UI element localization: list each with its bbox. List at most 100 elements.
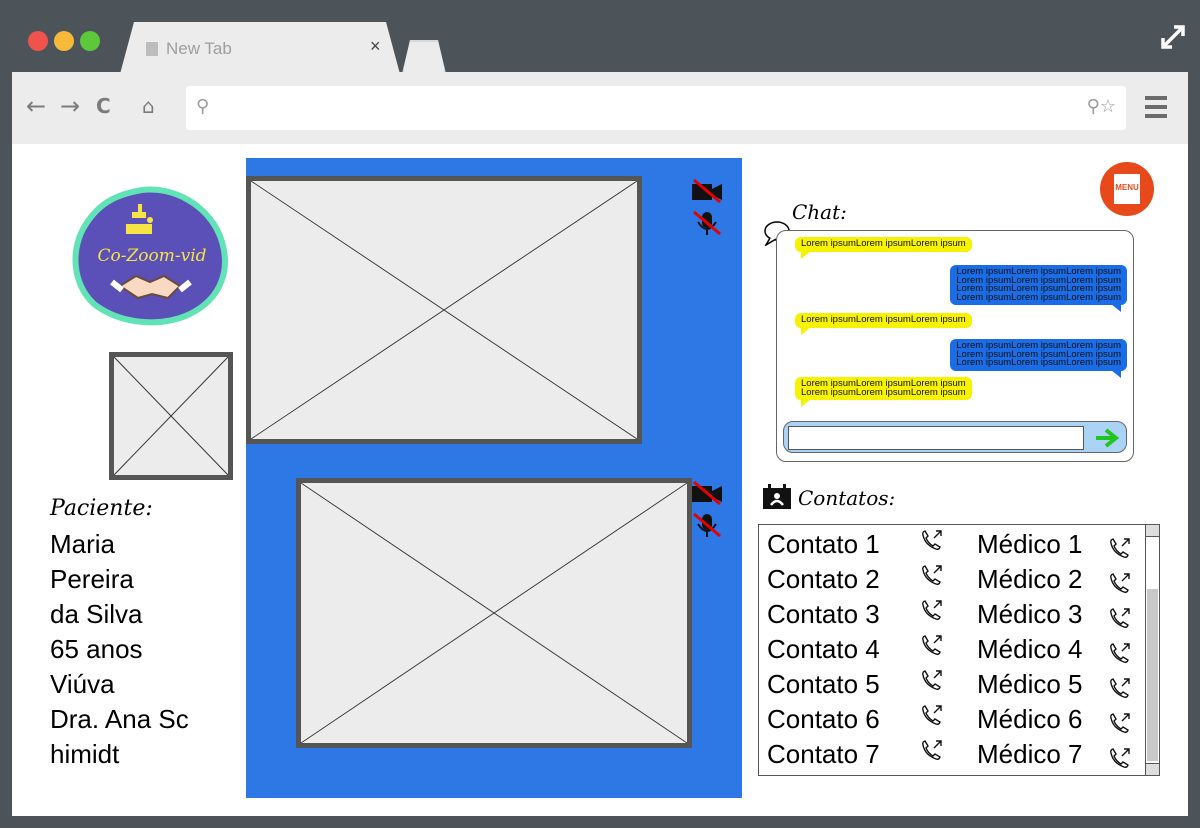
contacts-title: Contatos: — [798, 486, 896, 510]
video-2-controls — [690, 480, 726, 544]
camera-off-icon[interactable] — [690, 178, 724, 204]
contact-row: Contato 3 Médico 3 — [759, 597, 1143, 632]
chat-message-right: Lorem ipsumLorem ipsumLorem ipsum Lorem i… — [950, 265, 1127, 312]
new-tab-button[interactable] — [402, 40, 446, 74]
browser-window: New Tab × ← → C ⌂ ⚲ ⚲☆ Co-Zoom-vid Pacie… — [0, 0, 1200, 828]
chat-bubble-tail — [801, 399, 811, 407]
browser-menu-icon[interactable] — [1145, 96, 1167, 118]
contact-name[interactable]: Contato 5 — [767, 669, 880, 700]
contact-name[interactable]: Contato 6 — [767, 704, 880, 735]
send-icon[interactable] — [1092, 426, 1120, 450]
patient-name-line-3: da Silva — [50, 599, 143, 629]
video-call-panel — [246, 158, 742, 798]
call-doctor-phone-icon[interactable] — [1107, 607, 1133, 631]
patient-marital-status: Viúva — [50, 669, 115, 699]
contacts-book-icon — [763, 484, 791, 509]
patient-heading: Paciente: — [50, 496, 153, 521]
call-doctor-phone-icon[interactable] — [1107, 537, 1133, 561]
doctor-name[interactable]: Médico 5 — [977, 669, 1083, 700]
chat-bubble-tail — [801, 326, 811, 335]
chat-message-left: Lorem ipsumLorem ipsumLorem ipsum Lorem i… — [795, 377, 972, 407]
call-doctor-phone-icon[interactable] — [1107, 747, 1133, 771]
self-view-placeholder — [109, 352, 233, 480]
back-arrow-icon[interactable]: ← — [26, 92, 46, 120]
chat-message-input[interactable] — [788, 426, 1084, 450]
logo-text: Co-Zoom-vid — [97, 246, 207, 266]
forward-arrow-icon[interactable]: → — [60, 92, 80, 120]
patient-info: Paciente: Maria Pereira da Silva 65 anos… — [50, 496, 230, 772]
url-input[interactable] — [222, 94, 1042, 122]
chat-box: Lorem ipsumLorem ipsumLorem ipsum Lorem i… — [776, 230, 1134, 462]
patient-name-line-1: Maria — [50, 529, 116, 559]
maximize-window-button[interactable] — [80, 31, 100, 51]
home-icon[interactable]: ⌂ — [142, 94, 155, 118]
doctor-name[interactable]: Médico 3 — [977, 599, 1083, 630]
chat-message-line: Lorem ipsumLorem ipsumLorem ipsum — [801, 386, 966, 398]
call-contact-phone-icon[interactable] — [919, 704, 945, 728]
contact-name[interactable]: Contato 3 — [767, 599, 880, 630]
browser-tab[interactable]: New Tab × — [120, 22, 400, 74]
chat-title: Chat: — [792, 200, 847, 224]
contact-name[interactable]: Contato 2 — [767, 564, 880, 595]
contacts-list: Contato 1 Médico 1 Contato 2 Médico 2 Contat… — [758, 524, 1160, 776]
address-bar[interactable]: ⚲ ⚲☆ — [186, 86, 1126, 130]
video-feed-2 — [296, 478, 692, 748]
call-doctor-phone-icon[interactable] — [1107, 677, 1133, 701]
patient-doctor-line-2: himidt — [50, 739, 120, 769]
tab-close-button[interactable]: × — [370, 36, 381, 57]
scroll-up-arrow-icon[interactable] — [1146, 525, 1159, 537]
contact-row: Contato 5 Médico 5 — [759, 667, 1143, 702]
menu-button[interactable]: MENU — [1100, 162, 1154, 216]
call-doctor-phone-icon[interactable] — [1107, 642, 1133, 666]
search-icon: ⚲ — [196, 96, 210, 117]
call-contact-phone-icon[interactable] — [919, 739, 945, 763]
contacts-scrollbar[interactable] — [1145, 525, 1159, 775]
patient-name-line-2: Pereira — [50, 564, 134, 594]
camera-off-icon[interactable] — [690, 480, 724, 506]
chat-message-line: Lorem ipsumLorem ipsumLorem ipsum — [801, 238, 966, 249]
call-contact-phone-icon[interactable] — [919, 564, 945, 588]
contact-row: Contato 1 Médico 1 — [759, 527, 1143, 562]
chat-message-left: Lorem ipsumLorem ipsumLorem ipsum — [795, 237, 972, 259]
chat-message-left: Lorem ipsumLorem ipsumLorem ipsum — [795, 313, 972, 335]
chat-message-line: Lorem ipsumLorem ipsumLorem ipsum — [801, 314, 966, 325]
call-contact-phone-icon[interactable] — [919, 529, 945, 553]
contact-row: Contato 7 Médico 7 — [759, 737, 1143, 772]
contact-row: Contato 6 Médico 6 — [759, 702, 1143, 737]
chat-bubble-tail — [801, 250, 811, 259]
chat-message-right: Lorem ipsumLorem ipsumLorem ipsum Lorem i… — [950, 339, 1127, 378]
zoom-bookmark-icons[interactable]: ⚲☆ — [1087, 96, 1116, 117]
chat-message-line: Lorem ipsumLorem ipsumLorem ipsum — [956, 357, 1121, 368]
microphone-off-icon[interactable] — [690, 210, 724, 236]
chat-message-line: Lorem ipsumLorem ipsumLorem ipsum — [956, 291, 1121, 303]
expand-icon[interactable] — [1160, 24, 1186, 57]
patient-age: 65 anos — [50, 634, 143, 664]
browser-toolbar: ← → C ⌂ ⚲ ⚲☆ — [12, 72, 1188, 144]
doctor-name[interactable]: Médico 2 — [977, 564, 1083, 595]
scrollbar-thumb[interactable] — [1147, 589, 1158, 761]
call-contact-phone-icon[interactable] — [919, 634, 945, 658]
video-1-controls — [690, 178, 726, 242]
doctor-name[interactable]: Médico 4 — [977, 634, 1083, 665]
document-icon — [146, 42, 158, 56]
microphone-off-icon[interactable] — [690, 512, 724, 538]
contact-row: Contato 4 Médico 4 — [759, 632, 1143, 667]
call-doctor-phone-icon[interactable] — [1107, 712, 1133, 736]
doctor-name[interactable]: Médico 6 — [977, 704, 1083, 735]
scroll-down-arrow-icon[interactable] — [1146, 763, 1159, 775]
menu-icon: MENU — [1114, 174, 1140, 204]
call-doctor-phone-icon[interactable] — [1107, 572, 1133, 596]
contact-name[interactable]: Contato 4 — [767, 634, 880, 665]
minimize-window-button[interactable] — [54, 31, 74, 51]
contact-name[interactable]: Contato 7 — [767, 739, 880, 770]
doctor-name[interactable]: Médico 1 — [977, 529, 1083, 560]
close-window-button[interactable] — [28, 31, 48, 51]
call-contact-phone-icon[interactable] — [919, 669, 945, 693]
reload-icon[interactable]: C — [96, 94, 111, 118]
contact-name[interactable]: Contato 1 — [767, 529, 880, 560]
call-contact-phone-icon[interactable] — [919, 599, 945, 623]
video-feed-1 — [246, 176, 642, 444]
co-zoom-vid-logo: Co-Zoom-vid — [72, 186, 232, 326]
tab-title: New Tab — [166, 39, 232, 58]
doctor-name[interactable]: Médico 7 — [977, 739, 1083, 770]
